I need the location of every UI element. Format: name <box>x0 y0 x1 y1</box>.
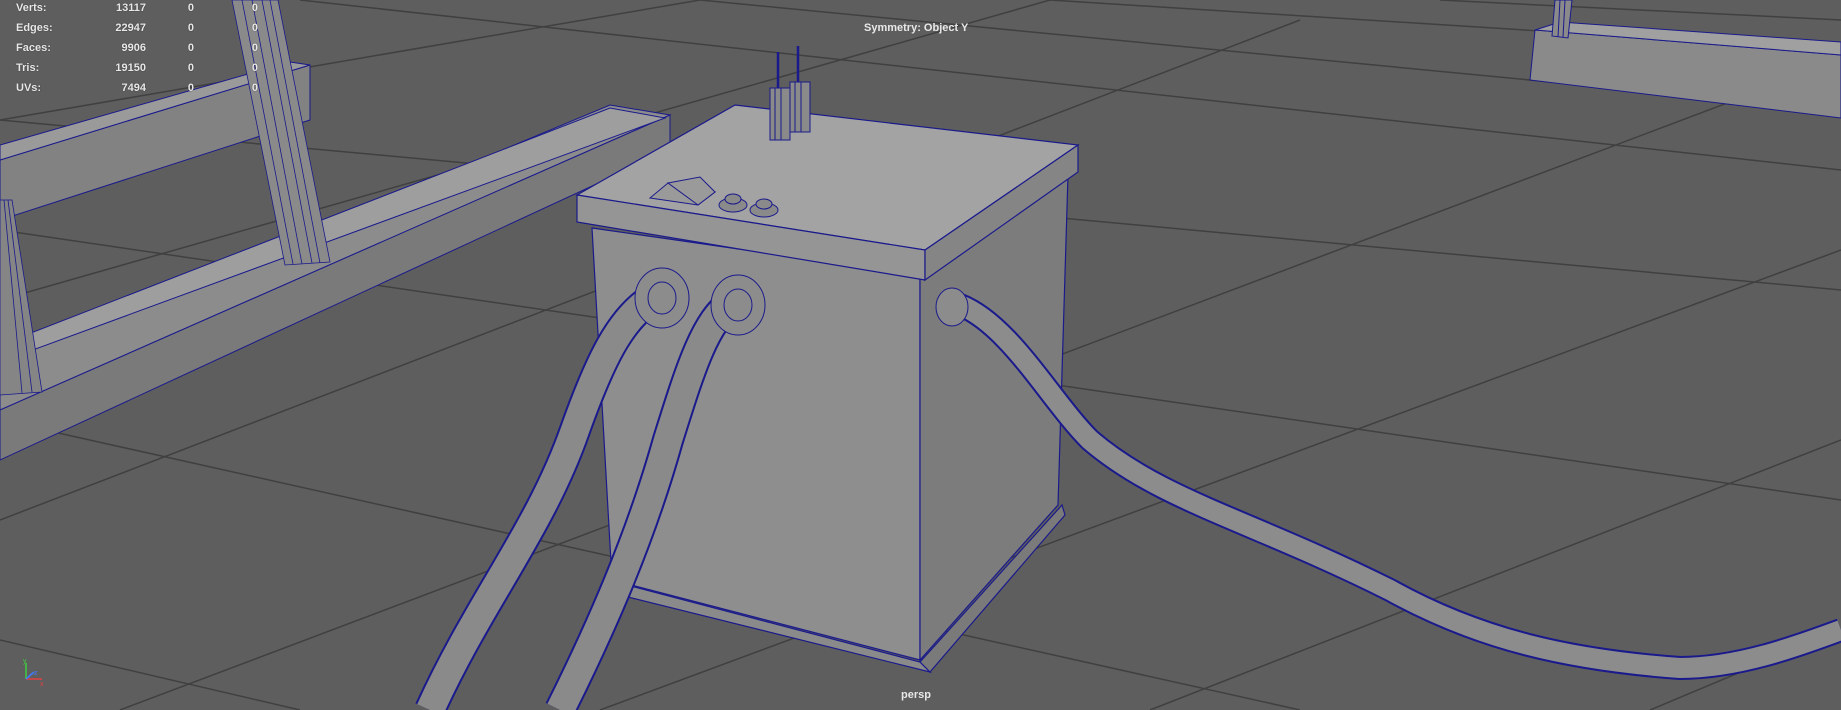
scene-render[interactable] <box>0 0 1841 710</box>
hud-row-faces: Faces: 9906 0 0 <box>16 41 276 55</box>
hud-row-tris: Tris: 19150 0 0 <box>16 61 276 75</box>
hud-component: 0 <box>251 82 258 94</box>
hud-component: 0 <box>251 22 258 34</box>
hud-label: Tris: <box>16 62 40 74</box>
axis-y-label: y <box>23 658 27 665</box>
hud-label: Faces: <box>16 42 51 54</box>
hud-selected: 0 <box>187 42 194 54</box>
axis-z-label: z <box>34 670 38 677</box>
hud-label: Verts: <box>16 2 47 14</box>
axis-gizmo-icon: y x z <box>23 658 44 687</box>
poly-count-hud: Verts: 13117 0 0 Edges: 22947 0 0 Faces:… <box>16 1 276 94</box>
hud-label: UVs: <box>16 82 42 94</box>
hud-total: 7494 <box>121 82 146 94</box>
hud-total: 22947 <box>115 22 146 34</box>
hud-selected: 0 <box>187 22 194 34</box>
3d-viewport[interactable]: Verts: 13117 0 0 Edges: 22947 0 0 Faces:… <box>0 0 1841 710</box>
hud-row-edges: Edges: 22947 0 0 <box>16 21 276 35</box>
hud-total: 19150 <box>115 62 146 74</box>
hud-component: 0 <box>251 42 258 54</box>
hud-selected: 0 <box>187 2 194 14</box>
hud-total: 9906 <box>121 42 146 54</box>
camera-name-label: persp <box>901 689 931 701</box>
hud-label: Edges: <box>16 22 53 34</box>
symmetry-label: Symmetry: Object Y <box>864 22 969 34</box>
hud-row-uvs: UVs: 7494 0 0 <box>16 81 276 95</box>
hud-component: 0 <box>251 2 258 14</box>
junction-box[interactable] <box>575 104 1080 674</box>
hud-row-verts: Verts: 13117 0 0 <box>16 1 276 15</box>
antennas[interactable] <box>769 46 811 141</box>
hud-total: 13117 <box>116 2 146 14</box>
axis-x-label: x <box>40 681 44 687</box>
hud-component: 0 <box>251 62 258 74</box>
hud-selected: 0 <box>187 82 194 94</box>
hud-selected: 0 <box>187 62 194 74</box>
right-hose[interactable] <box>935 287 1841 681</box>
